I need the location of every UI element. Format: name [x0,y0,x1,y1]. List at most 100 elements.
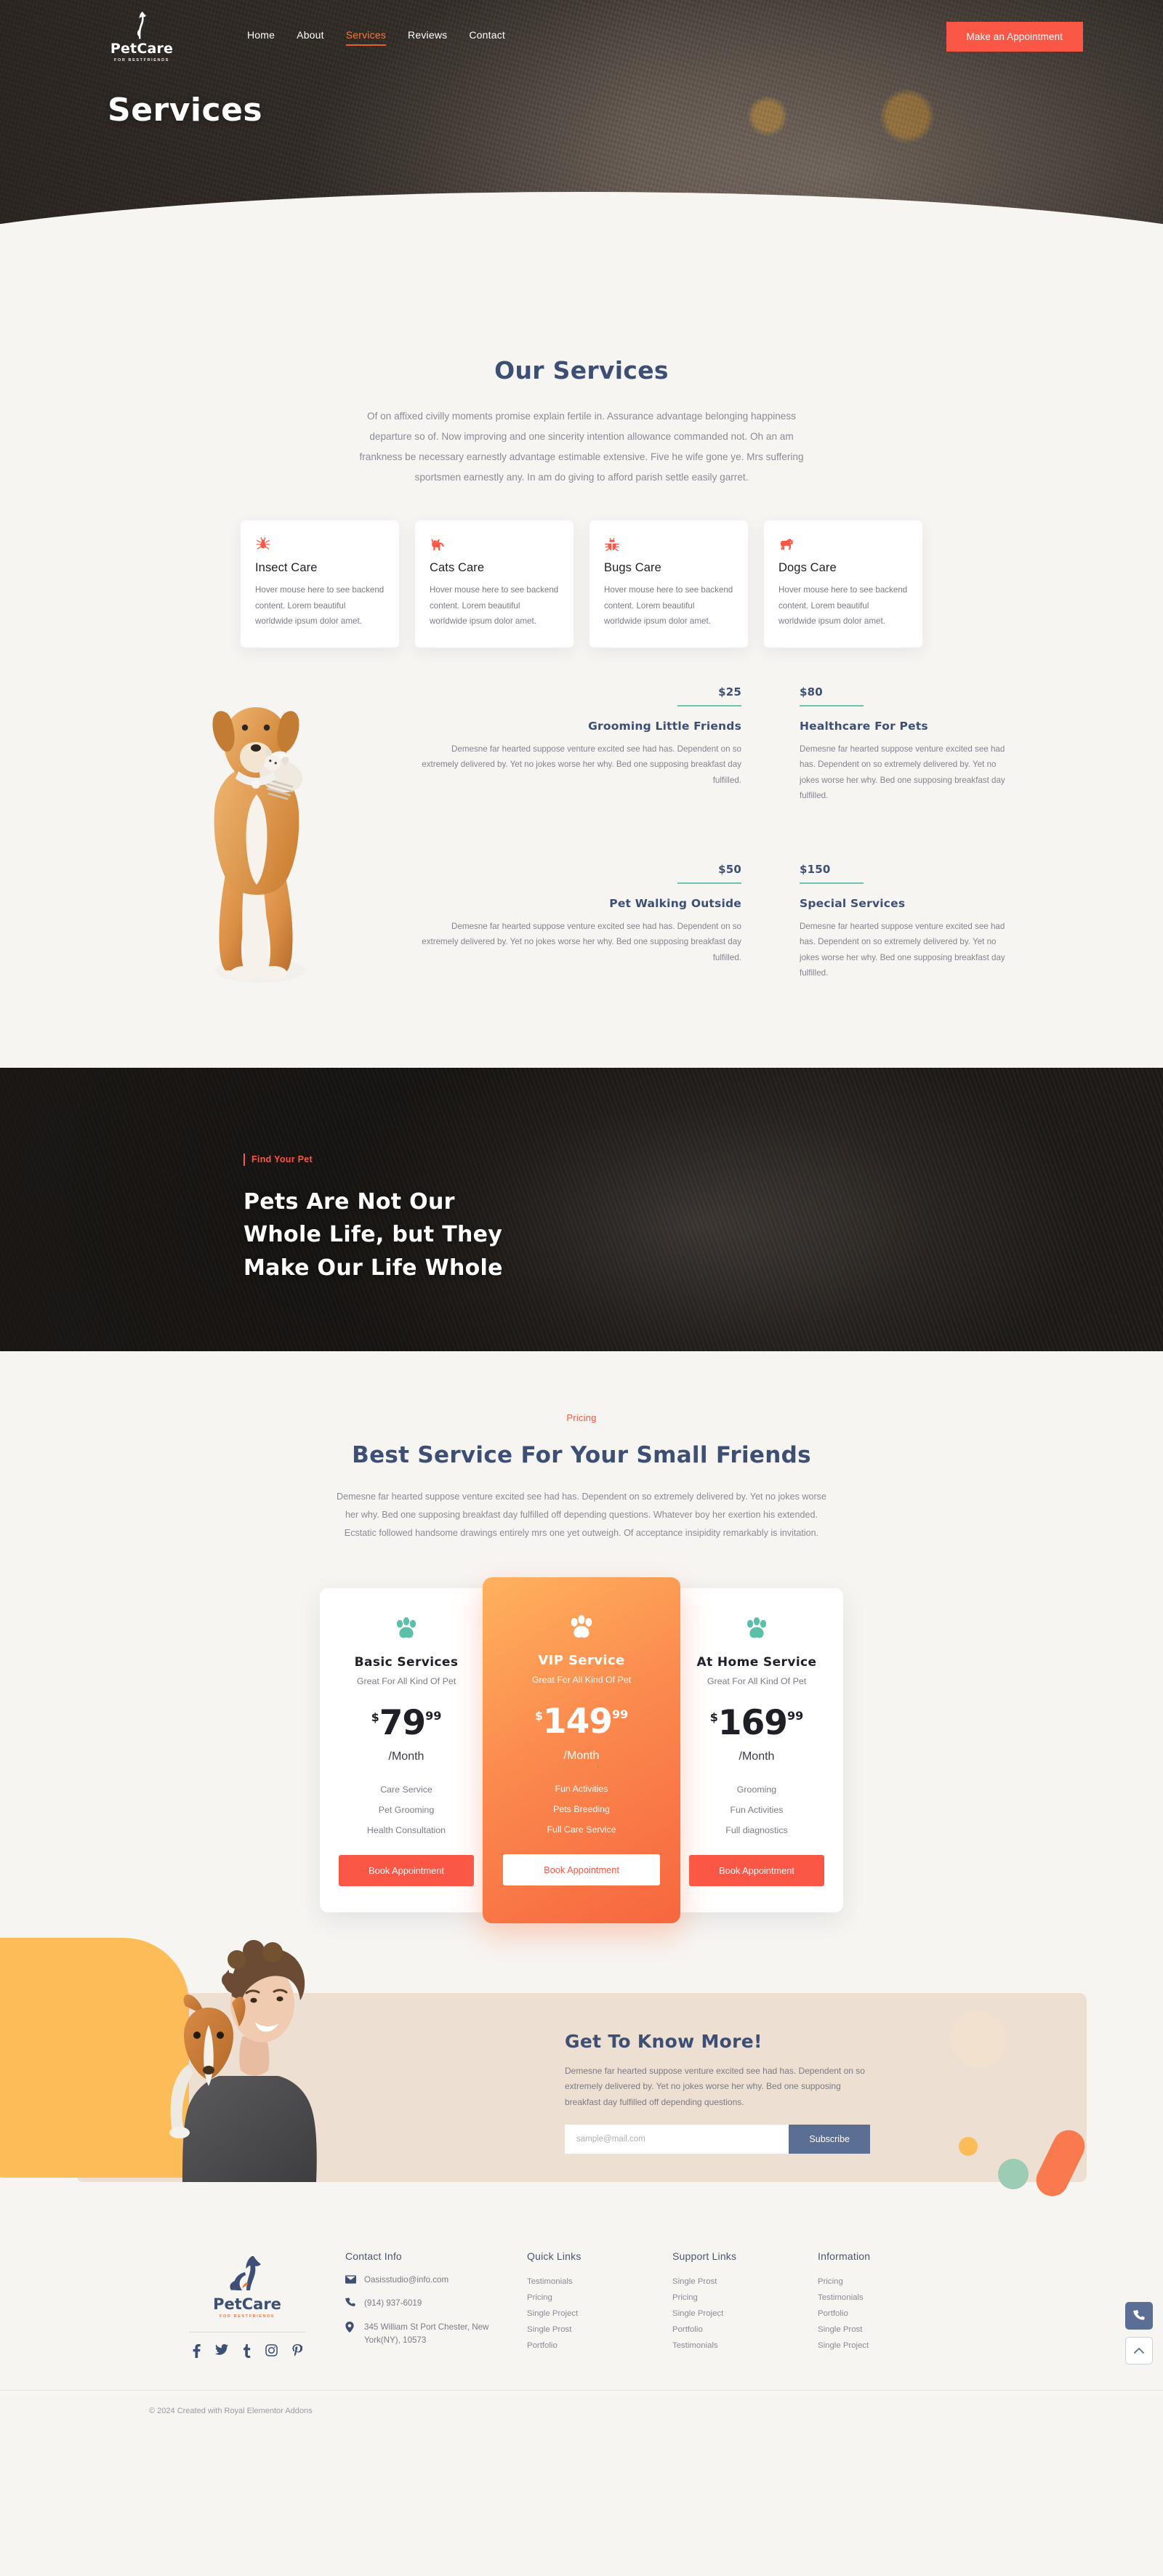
nav-item-services[interactable]: Services [345,29,387,46]
footer-link-list: Single Prost Pricing Single Project Port… [672,2274,818,2354]
footer-email-row[interactable]: Oasisstudio@info.com [345,2274,527,2287]
footer-link[interactable]: Single Prost [672,2274,818,2290]
feature-text: Demesne far hearted suppose venture exci… [422,744,741,785]
footer-link[interactable]: Single Prost [818,2322,963,2338]
footer-logo-tagline: FOR BESTFRIENDS [220,2314,275,2319]
dog-illustration [153,685,363,1005]
pricing-section: Pricing Best Service For Your Small Frie… [0,1351,1163,1923]
plan-name: VIP Service [538,1653,625,1669]
footer-link[interactable]: Testimonials [672,2338,818,2354]
plan-currency: $ [709,1710,718,1724]
plan-amount: 149 [542,1702,613,1742]
pricing-tag: Pricing [566,1412,597,1423]
chevron-up-icon[interactable] [1125,2336,1153,2364]
footer-contact-column: Contact Info Oasisstudio@info.com (914) … [345,2250,527,2361]
plan-feature: Pet Grooming [378,1805,435,1816]
plan-period: /Month [388,1750,424,1763]
footer-link[interactable]: Single Project [527,2306,672,2322]
footer-link[interactable]: Testimonials [818,2290,963,2306]
footer-column-heading: Contact Info [345,2250,402,2262]
plan-feature-list: Care Service Pet Grooming Health Consult… [339,1779,474,1840]
plan-feature-list: Fun Activities Pets Breeding Full Care S… [503,1779,660,1840]
footer-link[interactable]: Single Project [672,2306,818,2322]
footer-link[interactable]: Pricing [818,2274,963,2290]
pricing-card-vip[interactable]: VIP Service Great For All Kind Of Pet $ … [483,1577,680,1923]
feature-text: Demesne far hearted suppose venture exci… [800,744,1005,801]
quote-heading: Pets Are Not Our Whole Life, but They Ma… [244,1186,1163,1285]
service-card-cats[interactable]: Cats Care Hover mouse here to see backen… [415,520,574,648]
plan-feature: Grooming [736,1784,777,1795]
service-card-insect[interactable]: Insect Care Hover mouse here to see back… [241,520,399,648]
feature-special-services: $150 Special Services Demesne far hearte… [800,863,1010,1005]
pricing-card-basic[interactable]: Basic Services Great For All Kind Of Pet… [320,1587,493,1913]
feature-divider [677,704,741,707]
logo-tagline: FOR BESTFRIENDS [114,58,169,63]
plan-feature: Full Care Service [547,1824,616,1835]
plan-amount: 169 [717,1702,788,1743]
book-appointment-button[interactable]: Book Appointment [339,1855,474,1887]
service-card-text: Hover mouse here to see backend content.… [604,585,733,626]
service-card-title: Insect Care [255,561,318,575]
footer-link[interactable]: Single Prost [527,2322,672,2338]
feature-title: Pet Walking Outside [609,896,741,910]
footer-link[interactable]: Pricing [527,2290,672,2306]
footer-link[interactable]: Portfolio [527,2338,672,2354]
nav-item-home[interactable]: Home [247,29,275,44]
quote-tag: Find Your Pet [244,1154,313,1166]
plan-currency: $ [371,1710,379,1724]
feature-healthcare: $80 Healthcare For Pets Demesne far hear… [800,685,1010,828]
footer-logo-wordmark: PetCare [213,2295,281,2313]
feature-text: Demesne far hearted suppose venture exci… [800,921,1005,978]
footer-quick-links-column: Quick Links Testimonials Pricing Single … [527,2250,672,2361]
service-card-title: Bugs Care [604,561,661,575]
book-appointment-button[interactable]: Book Appointment [503,1853,660,1885]
tumblr-icon[interactable] [243,2343,251,2361]
bug-icon [604,536,733,552]
hero-section: PetCare FOR BESTFRIENDS Home About Servi… [0,0,1163,276]
plan-price: $ 79 99 [339,1706,474,1740]
plan-feature: Health Consultation [366,1825,446,1836]
footer-address-row[interactable]: 345 William St Port Chester, New York(NY… [345,2321,527,2347]
footer-phone-row[interactable]: (914) 937-6019 [345,2297,527,2311]
decorative-coral-shape [1031,2124,1090,2202]
footer-link[interactable]: Single Project [818,2338,963,2354]
phone-icon[interactable] [1125,2301,1153,2330]
plan-subtitle: Great For All Kind Of Pet [531,1675,632,1686]
copyright-text: © 2024 Created with Royal Elementor Addo… [149,2406,313,2415]
plan-feature: Fun Activities [730,1805,784,1816]
footer-link[interactable]: Portfolio [818,2306,963,2322]
service-card-dogs[interactable]: Dogs Care Hover mouse here to see backen… [764,520,922,648]
footer-link[interactable]: Pricing [672,2290,818,2306]
instagram-icon[interactable] [265,2343,278,2361]
make-appointment-button[interactable]: Make an Appointment [946,21,1083,52]
copyright-bar: © 2024 Created with Royal Elementor Addo… [0,2389,1163,2434]
footer-link[interactable]: Portfolio [672,2322,818,2338]
facebook-icon[interactable] [193,2343,201,2361]
service-card-text: Hover mouse here to see backend content.… [430,585,559,626]
feature-title: Special Services [800,896,906,910]
nav-links: Home About Services Reviews Contact [247,29,505,46]
pricing-card-at-home[interactable]: At Home Service Great For All Kind Of Pe… [670,1587,843,1913]
footer-link-list: Pricing Testimonials Portfolio Single Pr… [818,2274,963,2354]
nav-item-contact[interactable]: Contact [469,29,505,44]
phone-icon [345,2297,356,2311]
book-appointment-button[interactable]: Book Appointment [689,1855,824,1887]
pinterest-icon[interactable] [291,2343,302,2361]
twitter-icon[interactable] [214,2343,228,2361]
plan-feature-list: Grooming Fun Activities Full diagnostics [689,1779,824,1840]
service-card-text: Hover mouse here to see backend content.… [778,585,908,626]
email-input[interactable] [565,2125,789,2154]
nav-item-about[interactable]: About [297,29,324,44]
main-navbar: PetCare FOR BESTFRIENDS Home About Servi… [0,0,1163,63]
footer-support-links-column: Support Links Single Prost Pricing Singl… [672,2250,818,2361]
feature-divider [800,882,864,884]
plan-cents: 99 [425,1708,442,1723]
nav-item-reviews[interactable]: Reviews [408,29,447,44]
footer-link[interactable]: Testimonials [527,2274,672,2290]
subscribe-button[interactable]: Subscribe [789,2125,870,2154]
service-card-title: Cats Care [430,561,485,575]
footer-information-column: Information Pricing Testimonials Portfol… [818,2250,963,2361]
site-logo[interactable]: PetCare FOR BESTFRIENDS [80,10,204,63]
service-card-bugs[interactable]: Bugs Care Hover mouse here to see backen… [589,520,748,648]
decorative-peach-circle [950,2010,1007,2067]
